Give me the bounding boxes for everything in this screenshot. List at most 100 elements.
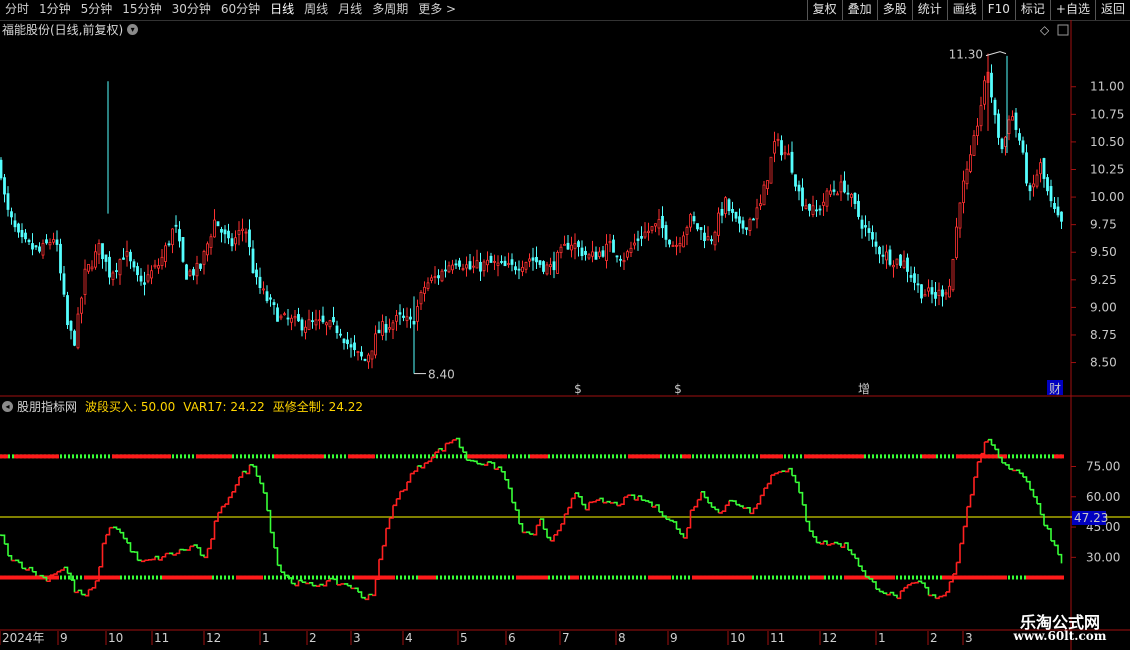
indicator-step bbox=[802, 504, 807, 522]
level-line-red-seg bbox=[466, 454, 507, 459]
indicator-step bbox=[267, 509, 272, 533]
level-line-red-seg bbox=[84, 575, 120, 580]
indicator-step bbox=[396, 491, 401, 500]
candle-body bbox=[920, 284, 923, 299]
indicator-step bbox=[991, 444, 996, 450]
indicator-step bbox=[659, 511, 664, 517]
candle-body bbox=[804, 205, 808, 209]
indicator-step bbox=[393, 498, 398, 507]
indicator-step bbox=[36, 575, 41, 577]
indicator-step bbox=[1026, 480, 1031, 490]
indicator-step bbox=[277, 564, 282, 573]
candle-body bbox=[286, 317, 290, 320]
indicator-step bbox=[505, 479, 510, 489]
indicator-step bbox=[589, 501, 594, 504]
indicator-step bbox=[263, 492, 268, 511]
candle-body bbox=[174, 224, 178, 227]
price-tick-label: 10.25 bbox=[1090, 162, 1124, 176]
diamond-icon: ◇ bbox=[1040, 23, 1050, 37]
candle-body bbox=[377, 329, 381, 334]
candle-body bbox=[871, 232, 874, 240]
candle-body bbox=[430, 277, 433, 281]
date-label: 5 bbox=[460, 631, 468, 645]
indicator-step bbox=[260, 482, 265, 494]
candle-body bbox=[962, 180, 965, 203]
indicator-step bbox=[806, 520, 811, 532]
indicator-step bbox=[592, 500, 597, 503]
candle-body bbox=[524, 261, 528, 270]
candle-body bbox=[188, 270, 192, 276]
candle-body bbox=[556, 252, 559, 274]
indicator-step bbox=[578, 496, 583, 505]
candle-body bbox=[769, 156, 773, 184]
indicator-step bbox=[470, 459, 475, 462]
date-label: 8 bbox=[618, 631, 626, 645]
indicator-step bbox=[211, 521, 216, 540]
candle-body bbox=[391, 322, 395, 330]
candle-body bbox=[1021, 140, 1025, 153]
candle-body bbox=[1028, 185, 1032, 192]
chevron-down-icon[interactable]: ▾ bbox=[127, 24, 139, 35]
candle-body bbox=[846, 192, 850, 195]
candle-body bbox=[969, 154, 972, 172]
candle-body bbox=[290, 317, 293, 323]
indicator-step bbox=[18, 561, 23, 569]
stock-title: 福能股份(日线,前复权) bbox=[2, 23, 124, 37]
indicator-step bbox=[305, 582, 310, 585]
candle-body bbox=[503, 260, 507, 267]
candle-body bbox=[783, 152, 787, 155]
candle-body bbox=[580, 247, 584, 257]
candle-body bbox=[213, 219, 216, 238]
indicator-step bbox=[739, 505, 744, 509]
candle-body bbox=[643, 231, 647, 238]
indicator-step bbox=[403, 481, 408, 491]
indicator-step bbox=[809, 530, 814, 537]
candle-body bbox=[661, 215, 664, 229]
indicator-item-3: 巫修全制: 24.22 bbox=[272, 400, 363, 414]
price-tick-label: 8.50 bbox=[1090, 356, 1117, 370]
level-line-red-seg bbox=[516, 575, 548, 580]
level-line-red-seg bbox=[112, 454, 171, 459]
candle-body bbox=[808, 203, 811, 211]
indicator-step bbox=[785, 468, 790, 473]
candle-body bbox=[297, 314, 300, 322]
candle-body bbox=[734, 211, 738, 219]
date-label: 10 bbox=[730, 631, 745, 645]
candle-body bbox=[692, 216, 696, 222]
indicator-step bbox=[347, 584, 352, 589]
candle-body bbox=[878, 246, 881, 255]
candle-body bbox=[146, 274, 150, 282]
candle-body bbox=[1056, 206, 1060, 216]
main-panel-header: 福能股份(日线,前复权) ▾ bbox=[2, 21, 139, 38]
indicator-step bbox=[270, 531, 275, 548]
candle-body bbox=[216, 221, 220, 227]
candle-body bbox=[234, 237, 237, 245]
indicator-step bbox=[232, 484, 237, 493]
candle-body bbox=[475, 260, 479, 269]
candle-body bbox=[1032, 183, 1035, 188]
indicator-step bbox=[337, 583, 342, 586]
settings-circle-icon[interactable]: ◂ bbox=[2, 401, 13, 412]
date-label: 9 bbox=[60, 631, 68, 645]
indicator-step bbox=[596, 498, 601, 501]
candle-body bbox=[993, 99, 997, 116]
candle-body bbox=[1000, 138, 1004, 150]
indicator-step bbox=[235, 477, 240, 486]
candle-body bbox=[321, 315, 325, 323]
candle-body bbox=[983, 80, 986, 105]
indicator-step bbox=[1002, 462, 1007, 465]
date-label: 6 bbox=[508, 631, 516, 645]
indicator-step bbox=[1023, 476, 1028, 482]
candle-body bbox=[314, 319, 318, 326]
level-line-red-seg bbox=[804, 454, 864, 459]
level-line-red-seg bbox=[760, 454, 783, 459]
indicator-step bbox=[449, 439, 454, 444]
indicator-step bbox=[452, 438, 457, 441]
candle-body bbox=[864, 225, 867, 228]
candle-body bbox=[111, 272, 115, 280]
candle-body bbox=[720, 209, 724, 216]
indicator-step bbox=[764, 483, 769, 489]
candle-body bbox=[755, 207, 759, 220]
candle-body bbox=[45, 239, 48, 244]
indicator-step bbox=[15, 559, 20, 563]
